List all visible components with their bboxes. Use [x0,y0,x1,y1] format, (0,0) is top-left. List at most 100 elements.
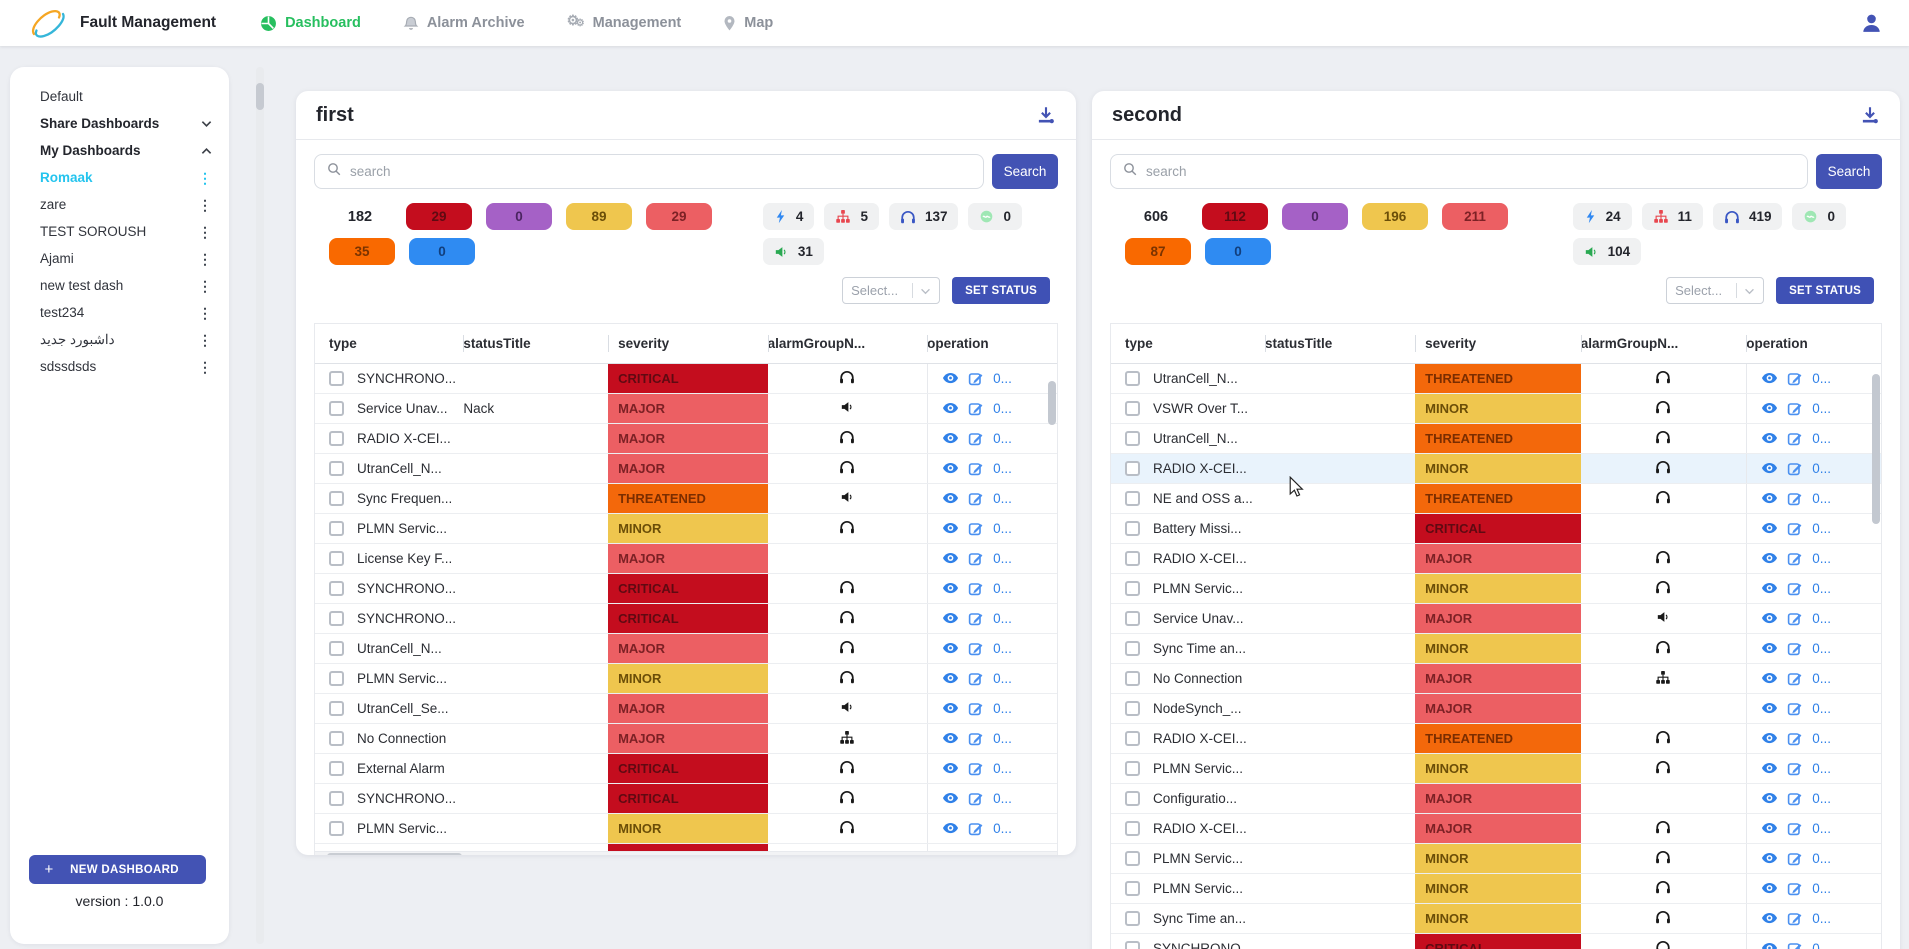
table-scrollbar-thumb[interactable] [1048,381,1056,425]
sidebar-group-share-dashboards[interactable]: Share Dashboards [10,110,229,137]
edit-icon[interactable] [1787,371,1803,387]
row-checkbox[interactable] [1125,641,1140,656]
sidebar-dashboard-item[interactable]: Ajami⋮ [10,245,229,272]
more-operations[interactable]: 0... [1812,701,1831,716]
row-checkbox[interactable] [1125,851,1140,866]
edit-icon[interactable] [1787,791,1803,807]
sidebar-dashboard-item[interactable]: TEST SOROUSH⋮ [10,218,229,245]
table-row[interactable]: External Alarm CRITICAL 0... [315,754,1057,784]
more-operations[interactable]: 0... [993,611,1012,626]
view-icon[interactable] [1761,612,1778,626]
more-operations[interactable]: 0... [1812,641,1831,656]
table-row[interactable]: PLMN Servic... MINOR 0... [1111,874,1881,904]
edit-icon[interactable] [1787,611,1803,627]
edit-icon[interactable] [968,611,984,627]
table-row[interactable]: RADIO X-CEI... MAJOR 0... [1111,814,1881,844]
kebab-menu-icon[interactable]: ⋮ [198,198,212,212]
sidebar-group-my-dashboards[interactable]: My Dashboards [10,137,229,164]
row-checkbox[interactable] [329,521,344,536]
row-checkbox[interactable] [1125,611,1140,626]
row-checkbox[interactable] [1125,401,1140,416]
more-operations[interactable]: 0... [993,461,1012,476]
view-icon[interactable] [942,432,959,446]
kebab-menu-icon[interactable]: ⋮ [198,306,212,320]
view-icon[interactable] [942,822,959,836]
table-row[interactable]: SYNCHRONO... CRITICAL 0... [315,364,1057,394]
row-checkbox[interactable] [1125,581,1140,596]
row-checkbox[interactable] [329,551,344,566]
edit-icon[interactable] [1787,521,1803,537]
row-checkbox[interactable] [329,491,344,506]
nav-management[interactable]: ⚙⚙ Management [567,14,682,32]
download-icon[interactable] [1860,105,1880,125]
nav-dashboard[interactable]: Dashboard [260,15,361,32]
table-row[interactable]: RADIO X-CEI... MAJOR 0... [315,424,1057,454]
edit-icon[interactable] [1787,491,1803,507]
table-row[interactable]: Service Unav... MAJOR 0... [1111,604,1881,634]
row-checkbox[interactable] [329,791,344,806]
edit-icon[interactable] [1787,641,1803,657]
row-checkbox[interactable] [1125,371,1140,386]
sidebar-dashboard-item[interactable]: Romaak⋮ [10,164,229,191]
row-checkbox[interactable] [1125,551,1140,566]
row-checkbox[interactable] [329,731,344,746]
edit-icon[interactable] [1787,431,1803,447]
sidebar-dashboard-item[interactable]: zare⋮ [10,191,229,218]
view-icon[interactable] [1761,672,1778,686]
more-operations[interactable]: 0... [993,731,1012,746]
more-operations[interactable]: 0... [993,821,1012,836]
edit-icon[interactable] [1787,911,1803,927]
row-checkbox[interactable] [1125,881,1140,896]
view-icon[interactable] [942,462,959,476]
view-icon[interactable] [942,552,959,566]
set-status-button[interactable]: SET STATUS [1776,277,1874,304]
sidebar-dashboard-item[interactable]: داشبورد جدید⋮ [10,326,229,353]
view-icon[interactable] [942,372,959,386]
more-operations[interactable]: 0... [1812,731,1831,746]
new-dashboard-button[interactable]: + NEW DASHBOARD [29,855,206,884]
sidebar-dashboard-item[interactable]: new test dash⋮ [10,272,229,299]
row-checkbox[interactable] [329,581,344,596]
row-checkbox[interactable] [1125,491,1140,506]
table-scrollbar-thumb[interactable] [1872,374,1880,524]
kebab-menu-icon[interactable]: ⋮ [198,252,212,266]
edit-icon[interactable] [1787,731,1803,747]
edit-icon[interactable] [968,371,984,387]
view-icon[interactable] [1761,372,1778,386]
more-operations[interactable]: 0... [993,671,1012,686]
edit-icon[interactable] [1787,761,1803,777]
nav-map[interactable]: Map [723,15,773,31]
more-operations[interactable]: 0... [993,581,1012,596]
edit-icon[interactable] [1787,671,1803,687]
edit-icon[interactable] [968,431,984,447]
row-checkbox[interactable] [1125,671,1140,686]
more-operations[interactable]: 0... [1812,611,1831,626]
table-row[interactable]: PLMN Servic... MINOR 0... [315,814,1057,844]
more-operations[interactable]: 0... [993,641,1012,656]
more-operations[interactable]: 0... [1812,881,1831,896]
view-icon[interactable] [942,672,959,686]
edit-icon[interactable] [968,701,984,717]
sidebar-dashboard-item[interactable]: test234⋮ [10,299,229,326]
table-row[interactable]: SYNCHRONO... CRITICAL 0... [315,784,1057,814]
table-row[interactable]: License Key F... MAJOR 0... [315,544,1057,574]
view-icon[interactable] [942,762,959,776]
view-icon[interactable] [1761,792,1778,806]
table-row[interactable]: CRITICAL 0... [315,844,1057,851]
more-operations[interactable]: 0... [1812,791,1831,806]
edit-icon[interactable] [968,581,984,597]
set-status-button[interactable]: SET STATUS [952,277,1050,304]
table-row[interactable]: RADIO X-CEI... MINOR 0... [1111,454,1881,484]
view-icon[interactable] [1761,642,1778,656]
content-scrollbar-track[interactable] [256,67,264,944]
row-checkbox[interactable] [1125,521,1140,536]
view-icon[interactable] [1761,912,1778,926]
more-operations[interactable]: 0... [1812,761,1831,776]
table-row[interactable]: SYNCHRONO... CRITICAL 0... [1111,934,1881,949]
edit-icon[interactable] [1787,551,1803,567]
more-operations[interactable]: 0... [993,401,1012,416]
kebab-menu-icon[interactable]: ⋮ [198,333,212,347]
kebab-menu-icon[interactable]: ⋮ [198,171,212,185]
table-row[interactable]: Service Unav... Nack MAJOR 0... [315,394,1057,424]
table-row[interactable]: SYNCHRONO... CRITICAL 0... [315,604,1057,634]
